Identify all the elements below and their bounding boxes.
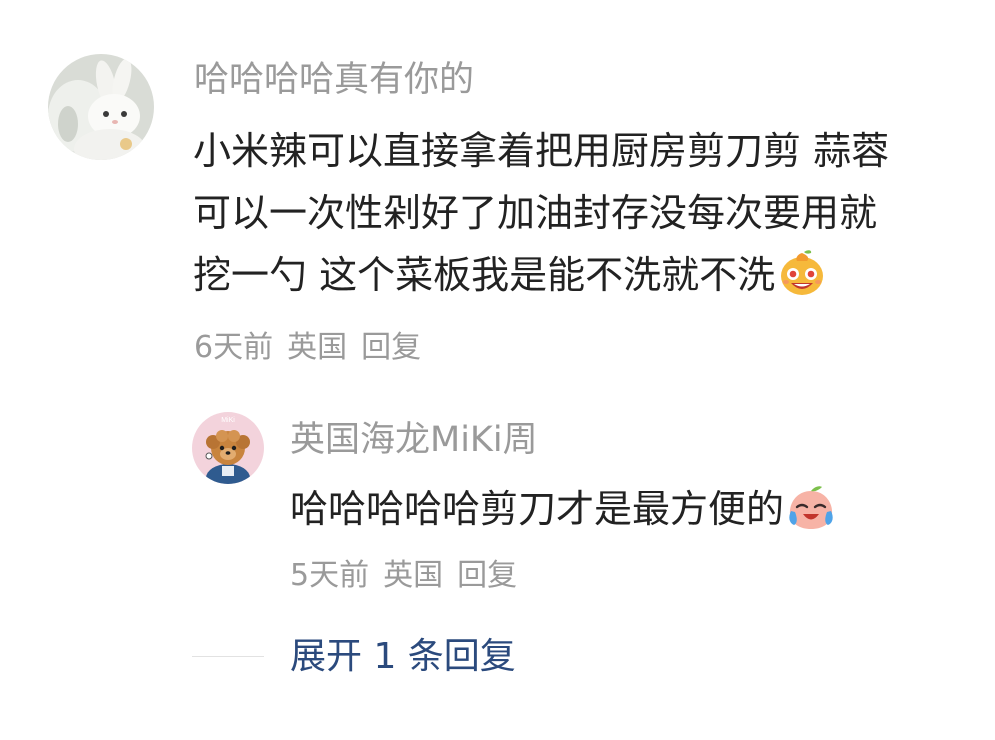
reply-reply-button[interactable]: 回复 (457, 558, 517, 593)
expand-divider (192, 656, 264, 657)
puppy-avatar-image: MiKi (192, 412, 264, 484)
crying-laughing-peach-emoji-icon (786, 481, 836, 531)
grinning-gourd-emoji-icon (777, 247, 827, 297)
comment-content-line-text: 挖一勺 这个菜板我是能不洗就不洗 (193, 253, 776, 297)
reply-content: 哈哈哈哈哈剪刀才是最方便的 (290, 478, 836, 540)
comment-content-line: 可以一次性剁好了加油封存没每次要用就 (193, 191, 878, 235)
comment-content-line: 挖一勺 这个菜板我是能不洗就不洗 (193, 244, 889, 306)
commenter-username[interactable]: 哈哈哈哈真有你的 (194, 58, 474, 102)
reply-content-line: 哈哈哈哈哈剪刀才是最方便的 (290, 478, 836, 540)
comment-content-line: 小米辣可以直接拿着把用厨房剪刀剪 蒜蓉 (193, 129, 890, 173)
reply-location: 英国 (383, 558, 444, 593)
reply-username[interactable]: 英国海龙MiKi周 (290, 418, 538, 462)
comment-time: 6天前 (194, 330, 274, 365)
expand-replies-button[interactable]: 展开 1 条回复 (290, 632, 516, 682)
comment-content: 小米辣可以直接拿着把用厨房剪刀剪 蒜蓉 可以一次性剁好了加油封存没每次要用就 挖… (193, 120, 889, 306)
reply-avatar[interactable]: MiKi (192, 412, 264, 484)
rabbit-plush-avatar-image (48, 54, 154, 160)
reply-content-text: 哈哈哈哈哈剪刀才是最方便的 (290, 487, 785, 531)
comment-reply-button[interactable]: 回复 (361, 330, 421, 365)
comment-meta: 6天前 英国 回复 (194, 328, 435, 368)
avatar-ring-text: MiKi (221, 417, 235, 424)
comment-location: 英国 (287, 330, 348, 365)
reply-meta: 5天前 英国 回复 (290, 556, 531, 596)
reply-time: 5天前 (290, 558, 370, 593)
commenter-avatar[interactable] (48, 54, 154, 160)
